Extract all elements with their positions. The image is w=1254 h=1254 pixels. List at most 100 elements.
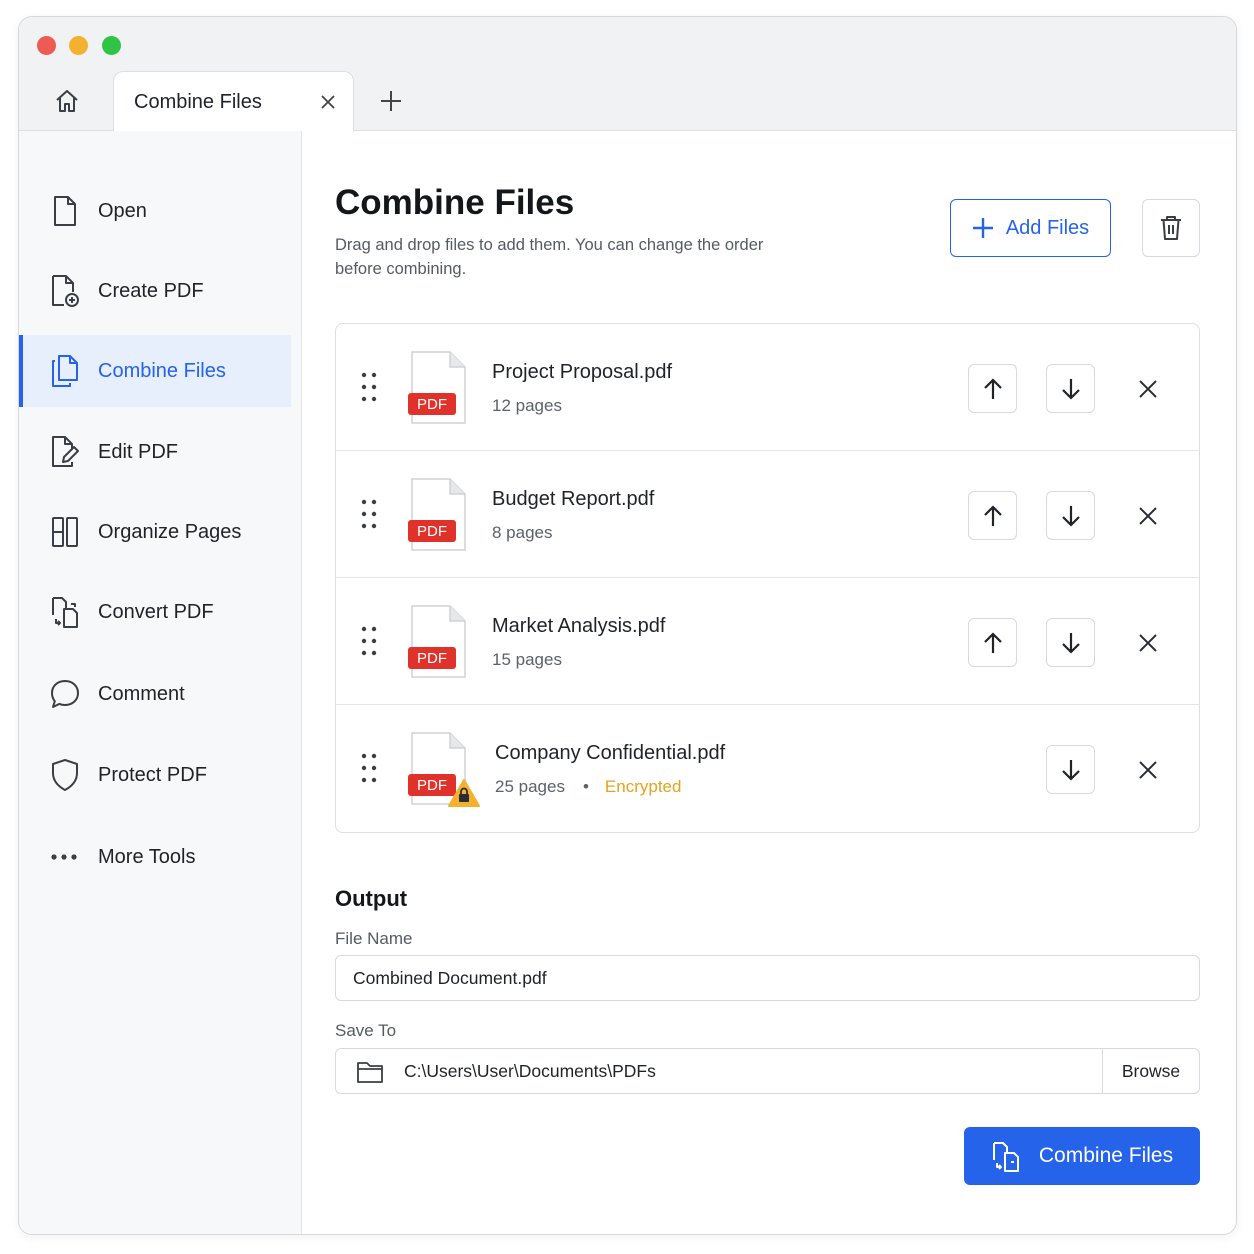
pdf-badge-label: PDF (417, 523, 447, 540)
pdf-badge-label: PDF (417, 650, 447, 667)
file-name: Market Analysis.pdf (492, 615, 666, 637)
move-up-button[interactable] (968, 491, 1017, 540)
page-count: 8 pages (492, 523, 553, 542)
drag-handle-icon[interactable] (360, 626, 380, 656)
sidebar-item-label: Create PDF (98, 279, 204, 302)
sidebar-item-label: Convert PDF (98, 600, 214, 623)
sidebar-item-convert-pdf[interactable]: Convert PDF (19, 576, 291, 648)
file-name: Budget Report.pdf (492, 488, 655, 510)
sidebar-item-comment[interactable]: Comment (19, 658, 291, 730)
arrow-up-icon (983, 504, 1002, 526)
file-row[interactable]: PDF Company Confidential.pdf 25 pages • … (336, 705, 1199, 832)
save-path-value: C:\Users\User\Documents\PDFs (404, 1061, 656, 1081)
drag-handle-icon[interactable] (360, 753, 380, 783)
arrow-down-icon (1061, 378, 1080, 400)
file-name-value: Combined Document.pdf (353, 968, 547, 988)
sidebar-item-edit-pdf[interactable]: Edit PDF (19, 416, 291, 488)
tab-label: Combine Files (134, 91, 262, 113)
edit-file-icon (49, 435, 81, 469)
move-down-button[interactable] (1046, 745, 1095, 794)
sidebar-item-organize-pages[interactable]: Organize Pages (19, 496, 291, 568)
drag-handle-icon[interactable] (360, 372, 380, 402)
combine-files-icon (49, 354, 81, 388)
delete-all-button[interactable] (1142, 199, 1200, 257)
arrow-down-icon (1061, 759, 1080, 781)
pdf-file-icon: PDF (408, 351, 468, 425)
trash-icon (1161, 216, 1181, 240)
file-name-field[interactable]: Combined Document.pdf (335, 955, 1200, 1001)
app-window: Combine Files Open Create PDF Combine Fi… (18, 16, 1237, 1235)
sidebar-item-label: More Tools (98, 845, 196, 868)
sidebar-item-create-pdf[interactable]: Create PDF (19, 255, 291, 327)
move-up-button[interactable] (968, 364, 1017, 413)
arrow-down-icon (1061, 632, 1080, 654)
arrow-up-icon (983, 631, 1002, 653)
close-tab-icon[interactable] (316, 90, 340, 114)
browse-button[interactable]: Browse (1102, 1049, 1199, 1093)
pdf-file-icon: PDF (408, 732, 484, 807)
pdf-file-icon: PDF (408, 605, 468, 679)
more-dots-icon (49, 840, 81, 874)
home-icon[interactable] (51, 85, 83, 117)
new-tab-icon[interactable] (377, 87, 405, 115)
close-window-button[interactable] (37, 36, 56, 55)
combine-files-label: Combine Files (1038, 1144, 1174, 1167)
page-count: 12 pages (492, 396, 562, 415)
combine-files-button[interactable]: Combine Files (964, 1127, 1200, 1185)
move-down-button[interactable] (1046, 618, 1095, 667)
file-list: PDF Project Proposal.pdf 12 pages PDF Bu… (335, 323, 1200, 833)
sidebar-item-label: Combine Files (98, 359, 226, 382)
output-heading: Output (335, 886, 408, 911)
combine-files-icon (992, 1142, 1019, 1172)
sidebar-item-combine-files[interactable]: Combine Files (19, 335, 291, 407)
file-plus-icon (49, 274, 81, 308)
plus-icon (972, 218, 993, 238)
file-name: Company Confidential.pdf (495, 742, 726, 764)
move-down-button[interactable] (1046, 364, 1095, 413)
tab-combine-files[interactable]: Combine Files (113, 71, 354, 132)
minimize-window-button[interactable] (69, 36, 88, 55)
close-icon (1139, 380, 1157, 398)
page-title: Combine Files (335, 183, 575, 222)
sidebar-item-open[interactable]: Open (19, 175, 291, 247)
file-icon (49, 194, 81, 228)
save-to-field[interactable]: C:\Users\User\Documents\PDFs Browse (335, 1048, 1200, 1094)
add-files-label: Add Files (1005, 216, 1090, 239)
sidebar-item-protect-pdf[interactable]: Protect PDF (19, 739, 291, 811)
remove-file-button[interactable] (1136, 504, 1160, 528)
close-icon (1139, 634, 1157, 652)
sidebar-item-more-tools[interactable]: More Tools (19, 821, 291, 893)
close-icon (1139, 507, 1157, 525)
organize-pages-icon (49, 515, 81, 549)
remove-file-button[interactable] (1136, 758, 1160, 782)
sidebar-item-label: Open (98, 199, 147, 222)
sidebar-item-label: Organize Pages (98, 520, 242, 543)
move-down-button[interactable] (1046, 491, 1095, 540)
file-row[interactable]: PDF Market Analysis.pdf 15 pages (336, 578, 1199, 705)
file-row[interactable]: PDF Budget Report.pdf 8 pages (336, 451, 1199, 578)
sidebar-item-label: Edit PDF (98, 440, 179, 463)
meta-separator: • (582, 777, 589, 796)
page-subtitle: Drag and drop files to add them. You can… (335, 236, 764, 278)
drag-handle-icon[interactable] (360, 499, 380, 529)
pdf-file-icon: PDF (408, 478, 468, 552)
title-bar: Combine Files (19, 17, 1236, 132)
remove-file-button[interactable] (1136, 377, 1160, 401)
pdf-badge-label: PDF (417, 777, 447, 794)
maximize-window-button[interactable] (102, 36, 121, 55)
main-panel: Combine Files Drag and drop files to add… (303, 131, 1236, 1234)
file-row[interactable]: PDF Project Proposal.pdf 12 pages (336, 324, 1199, 451)
encrypted-status: Encrypted (604, 777, 682, 796)
arrow-down-icon (1061, 505, 1080, 527)
remove-file-button[interactable] (1136, 631, 1160, 655)
comment-icon (49, 677, 81, 711)
close-icon (1139, 761, 1157, 779)
move-up-button[interactable] (968, 618, 1017, 667)
file-name-label: File Name (335, 929, 413, 948)
shield-icon (49, 758, 81, 792)
convert-icon (49, 595, 81, 629)
page-count: 15 pages (492, 650, 562, 669)
arrow-up-icon (983, 377, 1002, 399)
save-to-label: Save To (335, 1021, 397, 1040)
add-files-button[interactable]: Add Files (950, 199, 1111, 257)
